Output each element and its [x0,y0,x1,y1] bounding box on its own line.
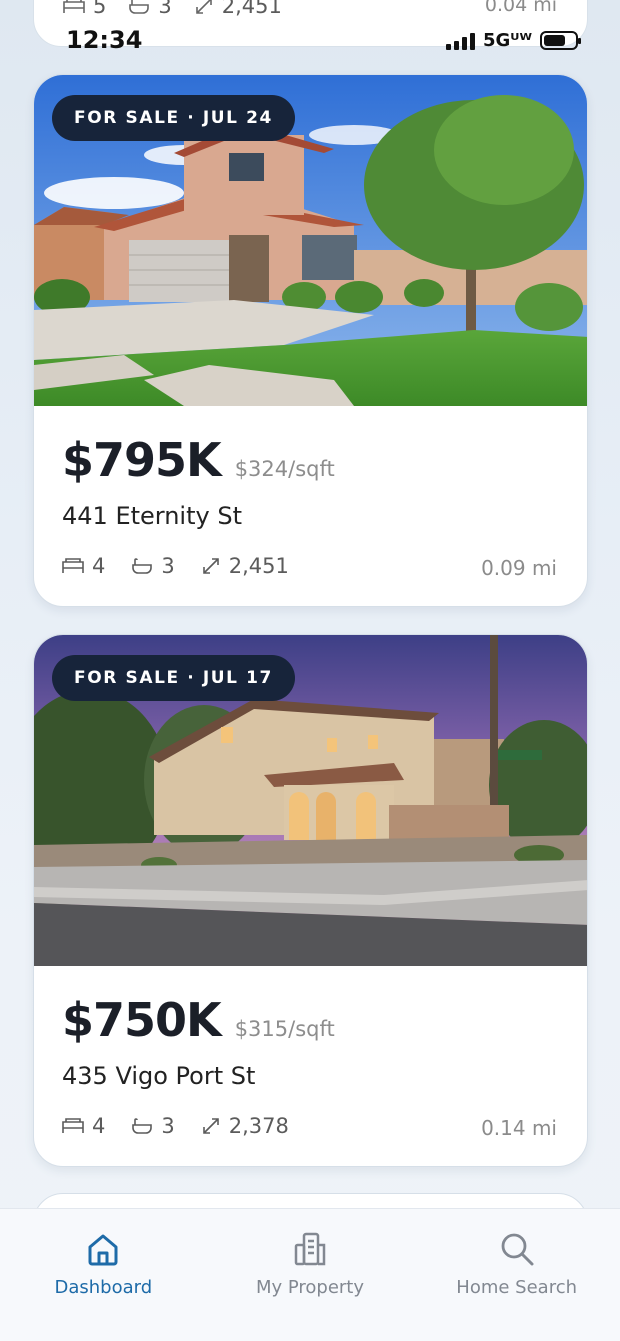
listing-distance: 0.09 mi [481,556,557,580]
listing-address: 441 Eternity St [62,502,242,530]
nav-home-search[interactable]: Home Search [417,1231,617,1341]
listing-photo[interactable]: FOR SALE · JUL 17 [34,635,587,966]
bath-icon [129,0,150,14]
listing-card[interactable]: FOR SALE · JUL 17 $750K $315/sqft 435 Vi… [33,634,588,1167]
battery-icon [540,31,581,50]
building-icon [294,1232,326,1266]
listing-stats: 5 3 2,451 [63,0,282,18]
baths-stat: 3 [128,0,172,18]
baths-value: 3 [161,1114,175,1138]
search-icon [501,1233,534,1266]
listings-screen: 5 3 2,451 0.04 mi 12:34 5Gᵁᵂ FOR SALE · … [0,0,620,1341]
bed-icon [62,558,84,573]
beds-value: 5 [93,0,107,18]
listing-card[interactable]: FOR SALE · JUL 24 $795K $324/sqft 441 Et… [33,74,588,607]
listing-badge: FOR SALE · JUL 17 [52,655,295,701]
listing-address: 435 Vigo Port St [62,1062,256,1090]
price-per-sqft: $324/sqft [234,457,335,481]
beds-stat: 4 [62,1114,105,1138]
distance: 0.04 mi [484,0,557,16]
network-label: 5Gᵁᵂ [482,30,532,51]
beds-stat: 4 [62,554,105,578]
price-per-sqft: $315/sqft [234,1017,335,1041]
listing-stats: 4 3 2,451 [62,554,289,578]
nav-dashboard[interactable]: Dashboard [3,1231,203,1341]
listing-photo[interactable]: FOR SALE · JUL 24 [34,75,587,406]
sqft-value: 2,451 [228,554,289,578]
listing-distance: 0.14 mi [481,1116,557,1140]
sqft-stat: 2,451 [201,554,289,578]
sqft-value: 2,378 [228,1114,289,1138]
expand-icon [202,1118,219,1134]
signal-icon [445,32,475,50]
beds-value: 4 [92,1114,106,1138]
listing-price: $795K [62,433,222,487]
price-row: $795K $324/sqft [62,433,335,487]
nav-label: Dashboard [54,1277,153,1298]
baths-value: 3 [161,554,175,578]
bottom-nav: Dashboard My Property Home Search [0,1208,620,1341]
sqft-value: 2,451 [221,0,282,18]
sqft-stat: 2,378 [201,1114,289,1138]
bath-icon [132,558,153,574]
listing-price: $750K [62,993,222,1047]
bed-icon [63,0,85,13]
beds-value: 4 [92,554,106,578]
baths-value: 3 [158,0,172,18]
nav-label: My Property [255,1277,365,1298]
baths-stat: 3 [131,1114,175,1138]
sqft-stat: 2,451 [194,0,282,18]
price-row: $750K $315/sqft [62,993,335,1047]
bed-icon [62,1118,84,1133]
beds-stat: 5 [63,0,106,18]
listing-stats: 4 3 2,378 [62,1114,289,1138]
baths-stat: 3 [131,554,175,578]
bath-icon [132,1118,153,1134]
listing-badge: FOR SALE · JUL 24 [52,95,295,141]
status-indicators: 5Gᵁᵂ [445,30,581,51]
status-time: 12:34 [66,26,143,54]
expand-icon [202,558,219,574]
nav-my-property[interactable]: My Property [210,1231,410,1341]
home-icon [88,1234,118,1266]
expand-icon [195,0,212,14]
nav-label: Home Search [456,1277,577,1298]
